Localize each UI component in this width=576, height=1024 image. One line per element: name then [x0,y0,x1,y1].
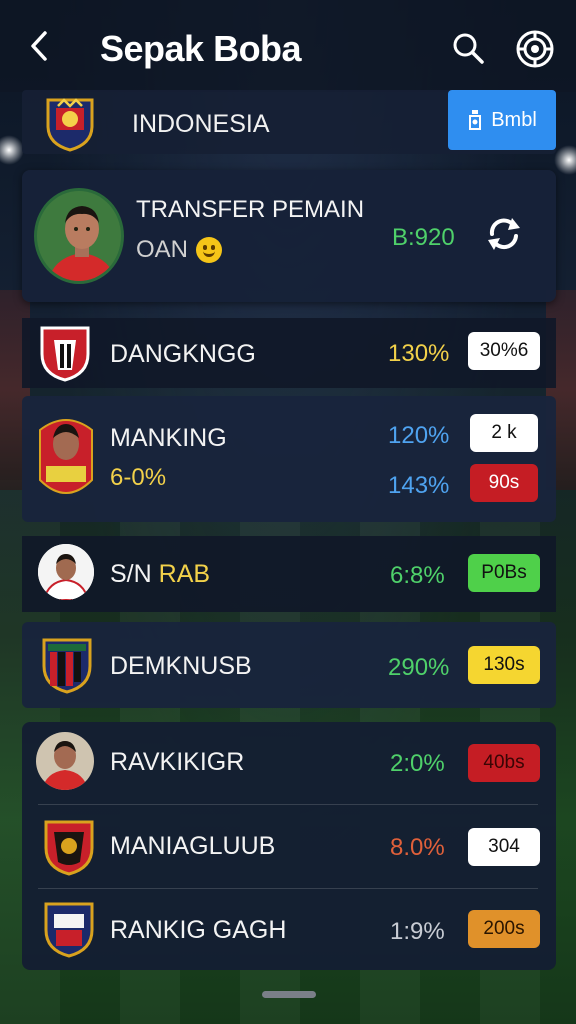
app-title: Sepak Boba [100,28,302,69]
row-name: MANKING [110,424,227,452]
settings-button[interactable] [514,28,556,70]
back-button[interactable] [24,28,54,64]
player-photo [36,732,94,790]
stadium-light [554,145,576,175]
row-name: DANGKNGG [110,340,256,368]
row-badge[interactable]: 40bs [468,744,540,782]
country-action-button[interactable]: Bmbl [448,90,556,150]
transfer-card[interactable]: TRANSFER PEMAIN OAN B:920 [22,170,556,302]
bottle-icon [469,110,482,130]
transfer-subtitle: OAN [136,236,223,264]
player-photo [38,544,94,600]
row-percent: 6:8% [390,562,445,589]
country-bar: INDONESIA Bmbl [22,90,556,154]
row-name-highlight: RAB [158,560,211,588]
transfer-subtitle-text: OAN [136,236,189,263]
smile-emoji-icon [196,237,223,263]
row-name: DEMKNUSB [110,652,252,680]
ranking-row[interactable]: DANGKNGG 130% 30%6 [22,318,556,388]
row-percent: 8.0% [390,834,445,861]
row-percent: 1:9% [390,918,445,945]
row-name: S/N RAB [110,560,210,589]
club-crest-icon [44,820,94,876]
row-percent-secondary: 143% [388,472,450,499]
player-photo [36,410,96,506]
club-crest-icon [40,326,90,382]
chevron-left-icon [31,31,47,61]
stadium-light [0,135,24,165]
row-percent: 130% [388,340,450,367]
home-indicator[interactable] [262,991,316,998]
row-badge-secondary[interactable]: 90s [470,464,538,502]
search-button[interactable] [450,30,486,66]
ranking-row[interactable]: MANKING 6-0% 120% 2 k 143% 90s [22,396,556,522]
row-divider [38,804,538,805]
row-percent: 2:0% [390,750,445,777]
refresh-icon [488,218,520,250]
row-badge[interactable]: 200s [468,910,540,948]
row-badge[interactable]: P0Bs [468,554,540,592]
transfer-value: B:920 [392,224,455,251]
ranking-group-card: RAVKIKIGR 2:0% 40bs MANIAGLUUB 8.0% 304 … [22,722,556,970]
row-subvalue: 6-0% [110,464,167,491]
row-name: MANIAGLUUB [110,832,276,860]
row-name-part: S/N [110,560,152,588]
player-avatar [34,188,124,284]
search-icon [453,33,484,64]
club-crest-icon [42,638,92,694]
transfer-title: TRANSFER PEMAIN [136,196,365,223]
row-name: RAVKIKIGR [110,748,245,776]
row-percent: 290% [388,654,450,681]
row-badge[interactable]: 30%6 [468,332,540,370]
app-header: Sepak Boba [0,0,576,92]
ranking-row[interactable]: S/N RAB 6:8% P0Bs [22,536,556,612]
country-name: INDONESIA [132,110,270,138]
indonesia-crest-icon [46,98,94,152]
row-divider [38,888,538,889]
row-badge[interactable]: 130s [468,646,540,684]
club-crest-icon [44,902,94,958]
country-action-label: Bmbl [491,108,537,131]
row-badge[interactable]: 304 [468,828,540,866]
row-name: RANKIG GAGH [110,916,287,944]
refresh-button[interactable] [484,214,524,254]
ranking-row[interactable]: DEMKNUSB 290% 130s [22,622,556,708]
row-percent: 120% [388,422,450,449]
gear-icon [516,30,554,68]
row-badge[interactable]: 2 k [470,414,538,452]
